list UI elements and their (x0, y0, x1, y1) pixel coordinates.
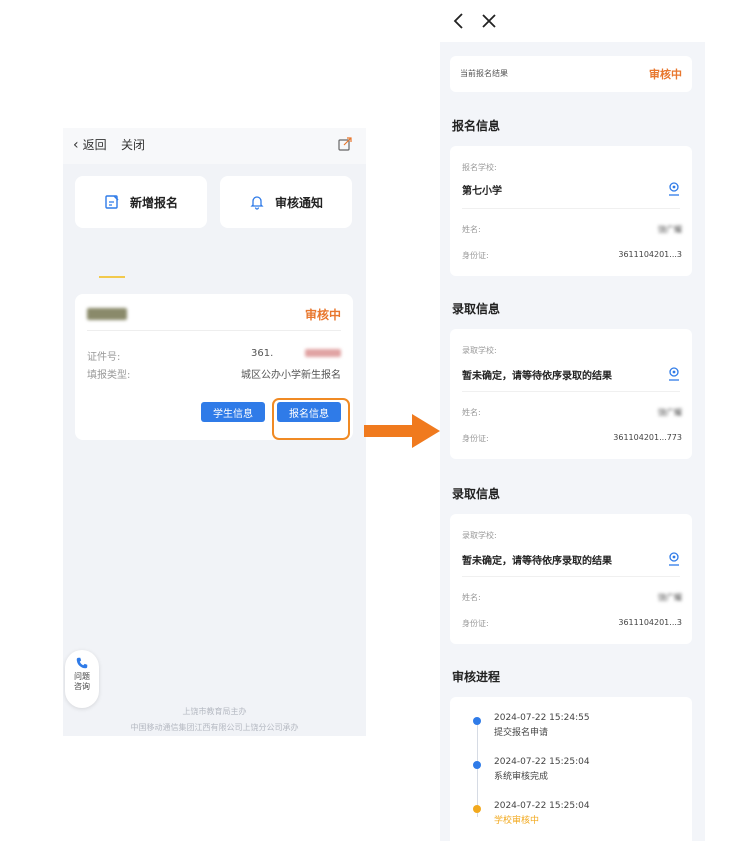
admission-school-label: 录取学校: (462, 346, 497, 355)
nav-bar (440, 0, 705, 42)
arrow-right-icon (364, 414, 440, 448)
back-label: 返回 (82, 138, 107, 152)
bell-icon (250, 196, 264, 210)
id-label: 证件号: (87, 352, 121, 363)
timeline-dot (473, 805, 481, 813)
consult-label: 问题咨询 (74, 672, 90, 691)
review-notice-button[interactable]: 审核通知 (220, 176, 352, 228)
new-apply-label: 新增报名 (129, 195, 178, 210)
timeline-time: 2024-07-22 15:25:04 (494, 757, 590, 767)
timeline-time: 2024-07-22 15:24:55 (494, 713, 590, 723)
close-icon[interactable] (480, 12, 498, 30)
student-info-button[interactable]: 学生信息 (201, 402, 265, 422)
type-label: 填报类型: (87, 370, 131, 381)
timeline-line (477, 721, 478, 817)
name-label: 姓名: (462, 408, 481, 417)
admission-school-value: 暂未确定，请等待依序录取的结果 (462, 371, 612, 382)
progress-card: 2024-07-22 15:24:55 提交报名申请 2024-07-22 15… (450, 697, 692, 841)
current-result-card: 当前报名结果 审核中 (450, 56, 692, 92)
divider (87, 330, 341, 331)
review-notice-label: 审核通知 (274, 195, 323, 210)
status-badge: 审核中 (304, 308, 341, 322)
chevron-left-icon[interactable] (450, 12, 468, 30)
signup-school-value: 第七小学 (462, 186, 502, 197)
id-value: 361104201...773 (613, 433, 682, 442)
admission-info-card: 录取学校: 暂未确定，请等待依序录取的结果 姓名: 饶广耀 身份证: 36110… (450, 329, 692, 459)
divider (462, 391, 680, 392)
section-title-admission: 录取信息 (452, 302, 501, 316)
id-label: 身份证: (462, 251, 489, 260)
admission-school-value: 暂未确定，请等待依序录取的结果 (462, 556, 612, 567)
timeline-text: 提交报名申请 (494, 728, 549, 738)
consult-button[interactable]: 问题咨询 (65, 650, 99, 708)
name-label: 姓名: (462, 593, 481, 602)
timeline-dot (473, 761, 481, 769)
right-phone-screen: 当前报名结果 审核中 报名信息 报名学校: 第七小学 姓名: 饶广耀 身份证: … (440, 0, 705, 841)
chevron-left-icon: ‹ (73, 136, 79, 153)
edit-icon (105, 195, 119, 209)
timeline-text: 系统审核完成 (494, 772, 549, 782)
back-button[interactable]: ‹ 返回 (73, 136, 107, 153)
current-result-status: 审核中 (649, 68, 682, 81)
timeline-time: 2024-07-22 15:25:04 (494, 801, 590, 811)
applicant-name-redacted (87, 308, 127, 320)
highlight-box (272, 398, 350, 440)
current-result-label: 当前报名结果 (460, 69, 508, 78)
section-title-admission: 录取信息 (452, 487, 501, 501)
section-title-progress: 审核进程 (452, 670, 501, 684)
name-value: 饶广耀 (658, 408, 682, 417)
signup-info-card: 报名学校: 第七小学 姓名: 饶广耀 身份证: 3611104201...3 (450, 146, 692, 276)
location-pin-icon[interactable] (668, 182, 680, 196)
tab-indicator (99, 276, 125, 278)
phone-icon (76, 657, 88, 669)
footer-line-1: 上饶市教育局主办 (182, 707, 247, 716)
id-value: 3611104201...3 (618, 250, 682, 259)
divider (462, 208, 680, 209)
share-icon[interactable] (337, 136, 353, 152)
footer-line-2: 中国移动通信集团江西有限公司上饶分公司承办 (130, 723, 299, 732)
divider (462, 576, 680, 577)
timeline-text: 学校审核中 (494, 816, 540, 826)
location-pin-icon[interactable] (668, 552, 680, 566)
id-label: 身份证: (462, 434, 489, 443)
top-bar (63, 128, 366, 164)
id-value: 3611104201...3 (618, 618, 682, 627)
type-value: 城区公办小学新生报名 (241, 370, 341, 381)
signup-school-label: 报名学校: (462, 163, 497, 172)
location-pin-icon[interactable] (668, 367, 680, 381)
timeline-dot (473, 717, 481, 725)
section-title-signup: 报名信息 (452, 119, 501, 133)
name-value: 饶广耀 (658, 593, 682, 602)
admission-info-card: 录取学校: 暂未确定，请等待依序录取的结果 姓名: 饶广耀 身份证: 36111… (450, 514, 692, 644)
admission-school-label: 录取学校: (462, 531, 497, 540)
id-label: 身份证: (462, 619, 489, 628)
close-button[interactable]: 关闭 (121, 136, 145, 153)
id-value-redacted (305, 349, 341, 357)
new-apply-button[interactable]: 新增报名 (75, 176, 207, 228)
id-value: 361. (251, 348, 274, 359)
name-label: 姓名: (462, 225, 481, 234)
name-value: 饶广耀 (658, 225, 682, 234)
